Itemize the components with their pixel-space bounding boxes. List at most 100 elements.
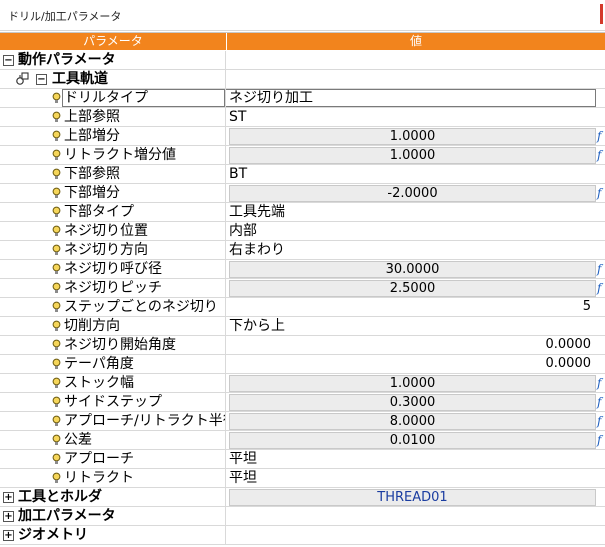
function-icon[interactable]: f	[597, 431, 605, 449]
numeric-input[interactable]: 0.3000	[229, 394, 596, 411]
function-icon[interactable]: f	[597, 260, 605, 278]
param-row[interactable]: アプローチ 平坦	[0, 450, 605, 469]
param-row[interactable]: 下部タイプ 工具先端	[0, 203, 605, 222]
param-value-cell[interactable]: 30.0000 f	[226, 260, 605, 278]
param-label: ステップごとのネジ切り	[64, 299, 218, 315]
text-value[interactable]: 右まわり	[229, 241, 285, 259]
param-value-cell[interactable]: 右まわり	[226, 241, 605, 259]
param-row[interactable]: テーパ角度 0.0000	[0, 355, 605, 374]
param-label: ストック幅	[64, 375, 134, 391]
param-name-cell: 切削方向	[0, 317, 226, 335]
function-icon[interactable]: f	[597, 374, 605, 392]
param-row[interactable]: 切削方向 下から上	[0, 317, 605, 336]
param-row[interactable]: ネジ切り方向 右まわり	[0, 241, 605, 260]
function-icon[interactable]: f	[597, 393, 605, 411]
tool-select-button[interactable]: THREAD01	[229, 489, 596, 506]
param-row[interactable]: サイドステップ 0.3000 f	[0, 393, 605, 412]
numeric-input[interactable]: 1.0000	[229, 128, 596, 145]
group-row-toolpath[interactable]: − 工具軌道	[0, 70, 605, 89]
param-row[interactable]: ネジ切り位置 内部	[0, 222, 605, 241]
param-name-cell: アプローチ	[0, 450, 226, 468]
group-row-machining[interactable]: + 加工パラメータ	[0, 507, 605, 526]
param-value-cell[interactable]: -2.0000 f	[226, 184, 605, 202]
function-icon[interactable]: f	[597, 184, 605, 202]
expand-toggle-icon[interactable]: +	[3, 511, 14, 522]
text-value[interactable]: BT	[229, 165, 247, 183]
text-value[interactable]: 下から上	[229, 317, 285, 335]
param-value-cell[interactable]: 8.0000 f	[226, 412, 605, 430]
param-value-cell[interactable]: 0.0000	[226, 355, 605, 373]
lightbulb-icon	[52, 92, 61, 103]
param-row[interactable]: 上部増分 1.0000 f	[0, 127, 605, 146]
param-value-cell[interactable]: 5	[226, 298, 605, 316]
numeric-input[interactable]: -2.0000	[229, 185, 596, 202]
param-row[interactable]: 公差 0.0100 f	[0, 431, 605, 450]
param-value-cell[interactable]: ネジ切り加工	[226, 89, 605, 107]
param-row[interactable]: ネジ切りピッチ 2.5000 f	[0, 279, 605, 298]
expand-toggle-icon[interactable]: +	[3, 530, 14, 541]
param-value-cell[interactable]: 1.0000 f	[226, 146, 605, 164]
param-name-cell: 下部増分	[0, 184, 226, 202]
param-row[interactable]: アプローチ/リトラクト半径 8.0000 f	[0, 412, 605, 431]
numeric-input[interactable]: 0.0100	[229, 432, 596, 449]
param-name-cell: リトラクト	[0, 469, 226, 487]
param-value-cell[interactable]: 1.0000 f	[226, 374, 605, 392]
param-row[interactable]: リトラクト 平坦	[0, 469, 605, 488]
collapse-toggle-icon[interactable]: −	[3, 55, 14, 66]
param-row[interactable]: ストック幅 1.0000 f	[0, 374, 605, 393]
function-icon[interactable]: f	[597, 127, 605, 145]
param-name-cell: ネジ切り位置	[0, 222, 226, 240]
numeric-input[interactable]: 1.0000	[229, 147, 596, 164]
param-value-cell[interactable]: ST	[226, 108, 605, 126]
param-row[interactable]: ステップごとのネジ切り 5	[0, 298, 605, 317]
group-name-cell: + 加工パラメータ	[0, 507, 226, 525]
expand-toggle-icon[interactable]: +	[3, 492, 14, 503]
param-row[interactable]: リトラクト増分値 1.0000 f	[0, 146, 605, 165]
group-row-motion[interactable]: − 動作パラメータ	[0, 51, 605, 70]
group-row-geometry[interactable]: + ジオメトリ	[0, 526, 605, 545]
numeric-input[interactable]: 8.0000	[229, 413, 596, 430]
text-value[interactable]: 工具先端	[229, 203, 285, 221]
group-label: 動作パラメータ	[18, 52, 116, 68]
text-value[interactable]: 平坦	[229, 450, 257, 468]
param-row[interactable]: 下部参照 BT	[0, 165, 605, 184]
param-value-cell[interactable]: BT	[226, 165, 605, 183]
param-value-cell[interactable]: 1.0000 f	[226, 127, 605, 145]
param-row[interactable]: 上部参照 ST	[0, 108, 605, 127]
param-value-cell[interactable]: 平坦	[226, 469, 605, 487]
numeric-value[interactable]: 0.0000	[546, 336, 592, 354]
param-value-cell[interactable]: 平坦	[226, 450, 605, 468]
param-row[interactable]: ドリルタイプ ネジ切り加工	[0, 89, 605, 108]
group-row-tool-holder[interactable]: + 工具とホルダ THREAD01	[0, 488, 605, 507]
param-value-cell[interactable]: 2.5000 f	[226, 279, 605, 297]
numeric-value[interactable]: 0.0000	[546, 355, 592, 373]
param-label: ネジ切り位置	[64, 223, 148, 239]
group-value-cell	[226, 51, 605, 69]
function-icon[interactable]: f	[597, 279, 605, 297]
param-name-cell: 下部タイプ	[0, 203, 226, 221]
param-row[interactable]: 下部増分 -2.0000 f	[0, 184, 605, 203]
text-value[interactable]: ネジ切り加工	[229, 89, 313, 107]
param-label: 上部増分	[64, 128, 120, 144]
param-value-cell[interactable]: 0.0000	[226, 336, 605, 354]
param-value-cell[interactable]: 下から上	[226, 317, 605, 335]
function-icon[interactable]: f	[597, 146, 605, 164]
text-value[interactable]: ST	[229, 108, 246, 126]
param-row[interactable]: ネジ切り呼び径 30.0000 f	[0, 260, 605, 279]
numeric-input[interactable]: 2.5000	[229, 280, 596, 297]
function-icon[interactable]: f	[597, 412, 605, 430]
param-value-cell[interactable]: 内部	[226, 222, 605, 240]
collapse-toggle-icon[interactable]: −	[36, 74, 47, 85]
numeric-input[interactable]: 30.0000	[229, 261, 596, 278]
param-value-cell[interactable]: 0.3000 f	[226, 393, 605, 411]
text-value[interactable]: 平坦	[229, 469, 257, 487]
param-row[interactable]: ネジ切り開始角度 0.0000	[0, 336, 605, 355]
text-value[interactable]: 内部	[229, 222, 257, 240]
numeric-input[interactable]: 1.0000	[229, 375, 596, 392]
param-name-cell: ステップごとのネジ切り	[0, 298, 226, 316]
param-value-cell[interactable]: 工具先端	[226, 203, 605, 221]
header-value-column: 値	[409, 34, 422, 48]
param-value-cell[interactable]: 0.0100 f	[226, 431, 605, 449]
numeric-value[interactable]: 5	[583, 298, 591, 316]
group-value-cell	[226, 507, 605, 525]
